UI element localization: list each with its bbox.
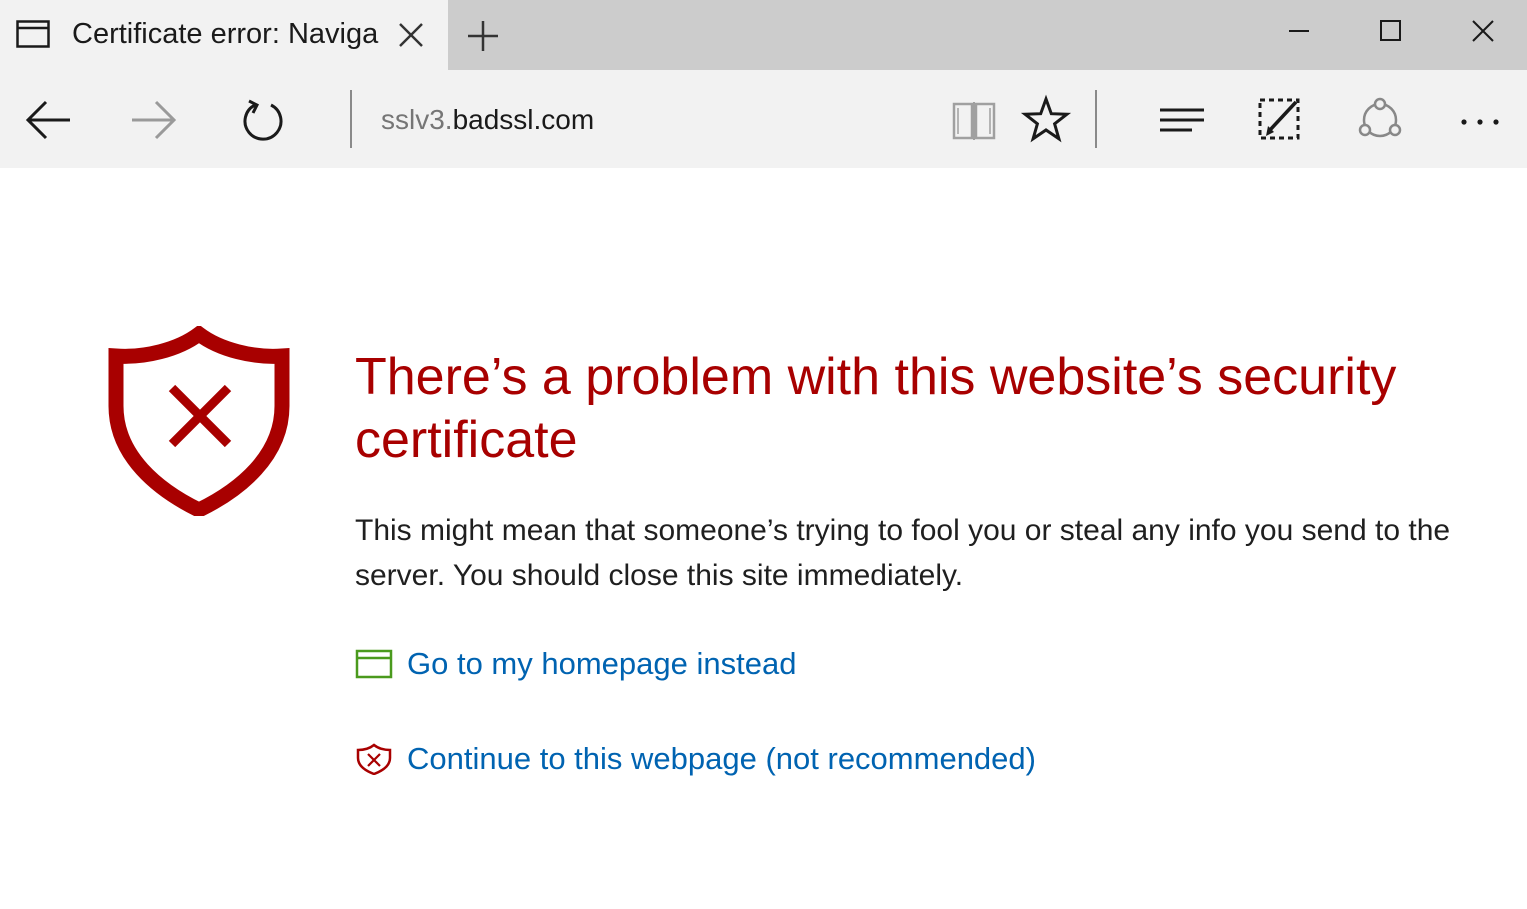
security-shield-error-icon bbox=[108, 326, 290, 516]
close-icon[interactable] bbox=[1458, 10, 1508, 54]
maximize-icon[interactable] bbox=[1366, 10, 1416, 54]
more-icon[interactable] bbox=[1454, 94, 1506, 146]
browser-tab[interactable]: Certificate error: Naviga bbox=[0, 0, 448, 70]
continue-to-webpage-link[interactable]: Continue to this webpage (not recommende… bbox=[355, 737, 1115, 781]
share-icon[interactable] bbox=[1354, 94, 1406, 146]
minimize-icon[interactable] bbox=[1274, 10, 1324, 54]
tab-title: Certificate error: Naviga bbox=[72, 18, 379, 50]
new-tab-plus-icon[interactable] bbox=[463, 16, 503, 56]
error-description: This might mean that someone’s trying to… bbox=[355, 514, 1451, 592]
back-arrow-icon[interactable] bbox=[22, 94, 74, 146]
homepage-link-text: Go to my homepage instead bbox=[407, 646, 797, 681]
web-note-icon[interactable] bbox=[1254, 94, 1306, 146]
tab-close-icon[interactable] bbox=[396, 20, 426, 50]
toolbar-separator bbox=[1095, 90, 1097, 148]
warning-shield-icon bbox=[356, 743, 392, 775]
go-to-homepage-link[interactable]: Go to my homepage instead bbox=[355, 642, 855, 686]
address-separator bbox=[350, 90, 352, 148]
homepage-window-icon bbox=[355, 649, 393, 679]
address-domain: badssl.com bbox=[452, 104, 595, 135]
title-bar: Certificate error: Naviga bbox=[0, 0, 1527, 70]
error-headline: There’s a problem with this website’s se… bbox=[355, 348, 1397, 469]
address-subdomain: sslv3. bbox=[381, 104, 453, 135]
navigation-bar: sslv3.badssl.com bbox=[0, 70, 1527, 168]
favorite-star-icon[interactable] bbox=[1020, 94, 1072, 146]
reading-view-icon[interactable] bbox=[948, 94, 1000, 146]
continue-link-text: Continue to this webpage (not recommende… bbox=[407, 741, 1036, 776]
tab-page-icon bbox=[16, 20, 50, 48]
hub-icon[interactable] bbox=[1156, 94, 1208, 146]
forward-arrow-icon[interactable] bbox=[128, 94, 180, 146]
address-bar[interactable]: sslv3.badssl.com bbox=[381, 102, 594, 138]
refresh-icon[interactable] bbox=[237, 94, 289, 146]
